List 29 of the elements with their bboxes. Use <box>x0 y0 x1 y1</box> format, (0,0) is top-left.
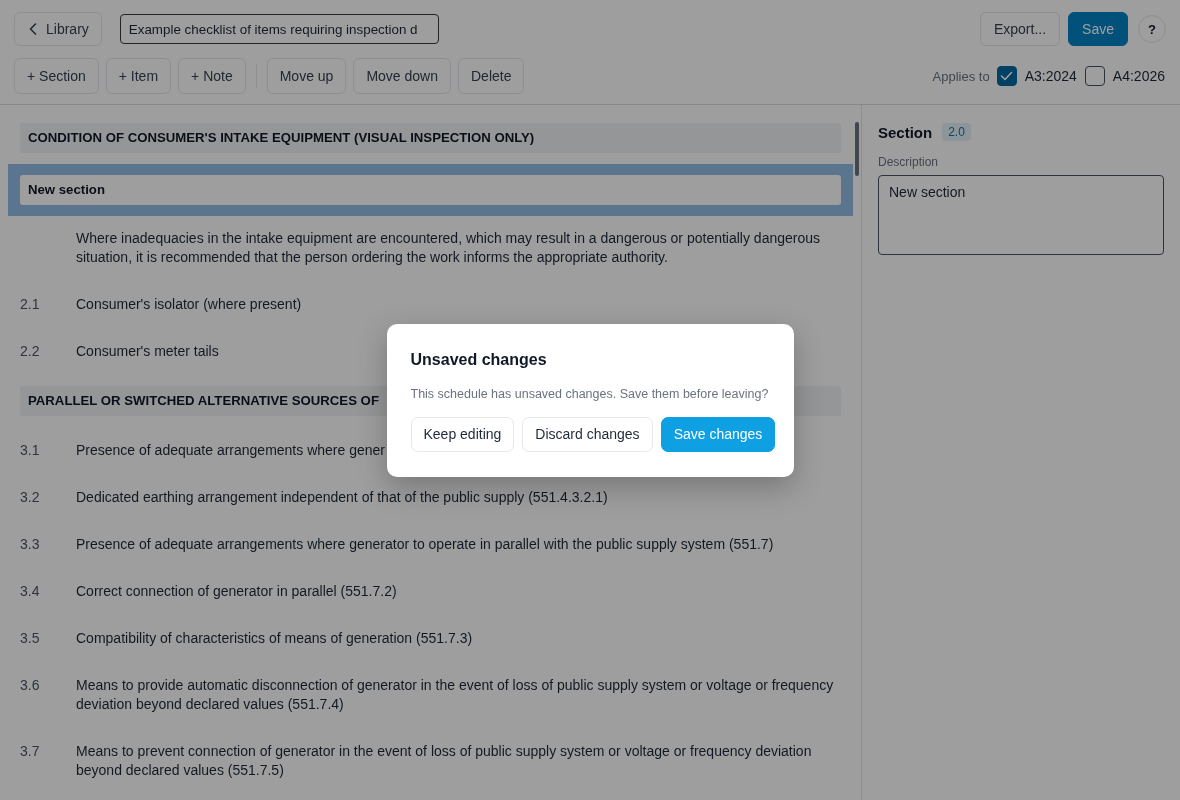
section-number-badge: 2.0 <box>942 123 971 141</box>
panel-title: Section <box>878 123 933 141</box>
item-text: Means to prevent connection of generator in the event of loss of public supply system or voltage or frequency deviation beyond declared values (551.7.5) <box>76 742 813 780</box>
item-text: Dedicated earthing arrangement independent of that of the public supply (551.4.3.2.1) <box>76 488 608 507</box>
item-text: Compatibility of characteristics of means of generation (551.7.3) <box>76 629 473 648</box>
checkbox-label: A3:2024 <box>1024 68 1077 84</box>
item-text: Means to provide automatic disconnection of generator in the event of loss of public supply system or voltage or frequency deviation beyond declared values (551.7.4) <box>76 676 835 714</box>
item-number: 3.6 <box>20 676 41 695</box>
item-text: Presence of adequate arrangements where generator to operate in parallel with the public supply system (551.7) <box>76 535 774 554</box>
item-number: 2.1 <box>20 295 41 314</box>
section-heading: CONDITION OF CONSUMER'S INTAKE EQUIPMENT (VISUAL INSPECTION ONLY) <box>20 123 841 153</box>
item-text: Presence of adequate arrangements where gener <box>76 441 385 460</box>
dialog-title: Unsaved changes <box>410 349 548 370</box>
note-text: Where inadequacies in the intake equipment are encountered, which may result in a dangerous or potentially dangerous situation, it is recommended that the person ordering the work informs the appropriate authority. <box>76 229 822 267</box>
dialog-message: This schedule has unsaved changes. Save them before leaving? <box>410 385 770 402</box>
item-text: Consumer's meter tails <box>76 342 219 361</box>
item-number: 3.2 <box>20 488 41 507</box>
checkbox-label: A4:2026 <box>1112 68 1165 84</box>
item-number: 3.1 <box>20 441 41 460</box>
section-heading: New section <box>20 175 841 205</box>
item-number: 3.7 <box>20 742 41 761</box>
item-number: 3.5 <box>20 629 41 648</box>
applies-to-label: Applies to <box>932 68 990 84</box>
item-text: Correct connection of generator in parallel (551.7.2) <box>76 582 397 601</box>
item-number: 2.2 <box>20 342 41 361</box>
description-label: Description <box>878 155 940 169</box>
item-number: 3.3 <box>20 535 41 554</box>
item-number: 3.4 <box>20 582 41 601</box>
item-text: Consumer's isolator (where present) <box>76 295 302 314</box>
